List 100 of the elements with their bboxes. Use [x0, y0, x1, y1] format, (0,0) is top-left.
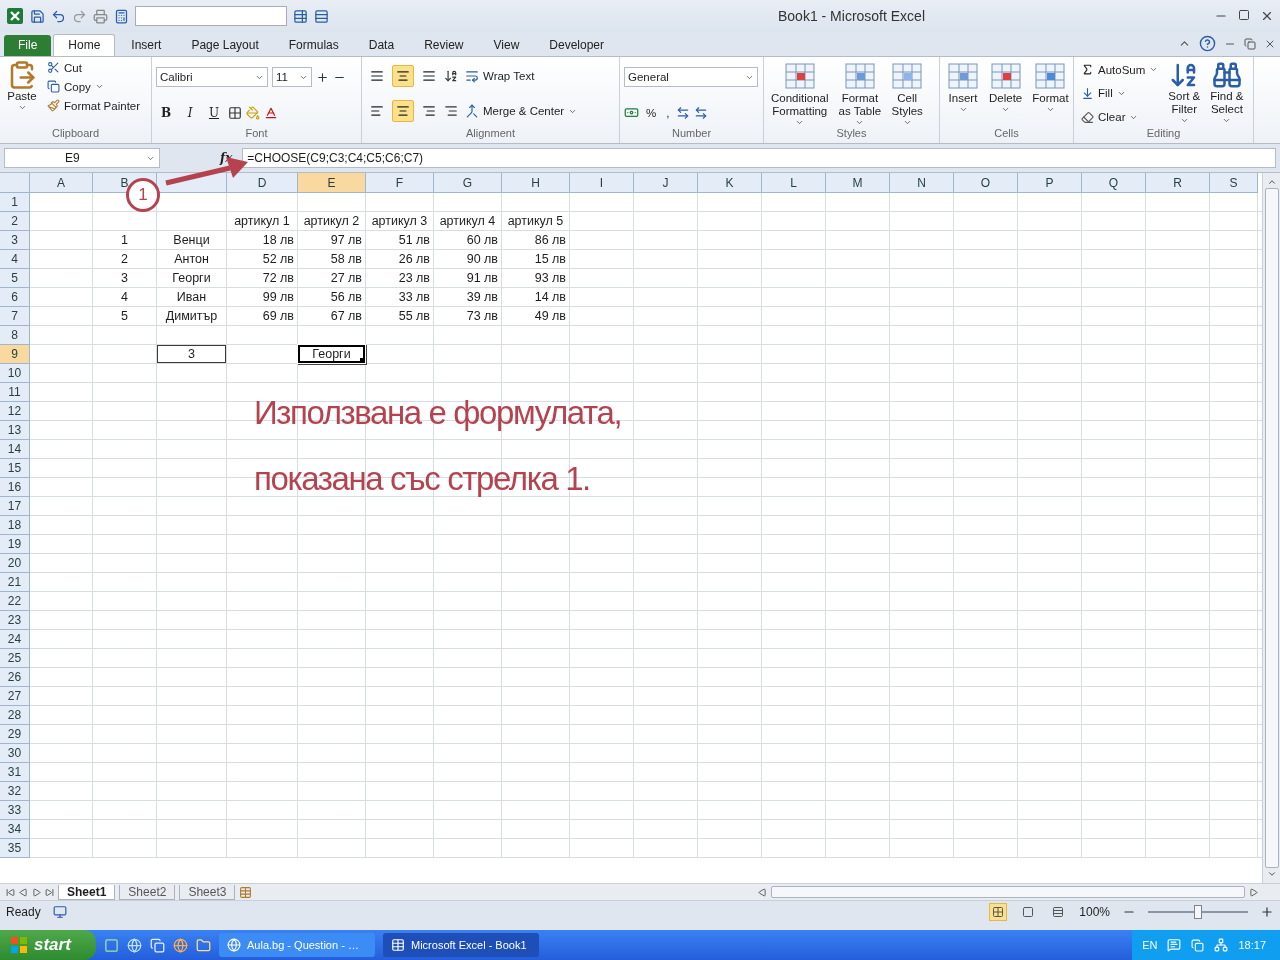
scroll-up-icon[interactable]: [1266, 177, 1277, 187]
merge-center-button[interactable]: Merge & Center: [462, 103, 581, 120]
row-header[interactable]: 2: [0, 212, 30, 231]
zoom-in-icon[interactable]: [1260, 904, 1274, 919]
formula-field[interactable]: =CHOOSE(C9;C3;C4;C5;C6;C7): [242, 148, 1276, 168]
editing-button[interactable]: Sort & Filter: [1165, 60, 1204, 127]
vertical-align-button[interactable]: [392, 64, 414, 87]
cells-button[interactable]: Delete: [986, 60, 1026, 127]
toolbar-combo-field[interactable]: [135, 6, 287, 26]
styles-button[interactable]: Format as Table: [835, 60, 885, 127]
column-header[interactable]: L: [762, 173, 826, 193]
row-header[interactable]: 25: [0, 649, 30, 668]
copy-button[interactable]: Copy: [44, 79, 144, 94]
currency-icon[interactable]: [624, 105, 639, 120]
row-header[interactable]: 29: [0, 725, 30, 744]
column-header[interactable]: F: [366, 173, 434, 193]
row-header[interactable]: 18: [0, 516, 30, 535]
row-header[interactable]: 19: [0, 535, 30, 554]
ribbon-tab[interactable]: View: [479, 35, 534, 56]
row-header[interactable]: 6: [0, 288, 30, 307]
view-button[interactable]: [989, 902, 1008, 921]
editing-button[interactable]: Find & Select: [1207, 60, 1247, 127]
comma-button[interactable]: ,: [663, 105, 673, 120]
column-header[interactable]: R: [1146, 173, 1210, 193]
row-header[interactable]: 11: [0, 383, 30, 402]
row-header[interactable]: 24: [0, 630, 30, 649]
ribbon-tab[interactable]: Page Layout: [177, 35, 273, 56]
row-header[interactable]: 3: [0, 231, 30, 250]
row-header[interactable]: 27: [0, 687, 30, 706]
bold-button[interactable]: B: [156, 105, 176, 120]
row-header[interactable]: 33: [0, 801, 30, 820]
restore-icon[interactable]: [1244, 37, 1256, 50]
column-header[interactable]: E: [298, 173, 366, 193]
scroll-left-icon[interactable]: [758, 887, 767, 897]
row-header[interactable]: 21: [0, 573, 30, 592]
name-box[interactable]: E9: [4, 148, 160, 168]
horizontal-scrollbar[interactable]: [758, 885, 1258, 899]
column-header[interactable]: A: [30, 173, 93, 193]
column-header[interactable]: Q: [1082, 173, 1146, 193]
format-painter-button[interactable]: Format Painter: [44, 98, 144, 113]
column-header[interactable]: H: [502, 173, 570, 193]
styles-button[interactable]: Cell Styles: [888, 60, 927, 127]
vertical-scrollbar[interactable]: [1262, 173, 1280, 883]
ribbon-tab[interactable]: Developer: [535, 35, 618, 56]
ribbon-tab[interactable]: Data: [354, 35, 409, 56]
ribbon-tab[interactable]: Insert: [117, 35, 176, 56]
row-header[interactable]: 12: [0, 402, 30, 421]
last-sheet-icon[interactable]: [45, 887, 54, 897]
ribbon-tab[interactable]: Review: [410, 35, 478, 56]
row-header[interactable]: 31: [0, 763, 30, 782]
next-sheet-icon[interactable]: [32, 887, 41, 897]
scroll-right-icon[interactable]: [1249, 887, 1258, 897]
column-header[interactable]: I: [570, 173, 634, 193]
paste-button[interactable]: Paste: [4, 60, 40, 127]
row-header[interactable]: 20: [0, 554, 30, 573]
row-header[interactable]: 32: [0, 782, 30, 801]
first-sheet-icon[interactable]: [6, 887, 15, 897]
row-header[interactable]: 9: [0, 345, 30, 364]
cut-button[interactable]: Cut: [44, 60, 144, 75]
row-header[interactable]: 30: [0, 744, 30, 763]
previous-sheet-icon[interactable]: [19, 887, 28, 897]
ribbon-tab[interactable]: Home: [53, 34, 116, 56]
row-header[interactable]: 13: [0, 421, 30, 440]
number-format-field[interactable]: General: [624, 67, 758, 87]
font-size-field[interactable]: 11: [272, 67, 312, 88]
row-header[interactable]: 34: [0, 820, 30, 839]
cells-button[interactable]: Insert: [944, 60, 982, 127]
row-header[interactable]: 7: [0, 307, 30, 326]
column-header[interactable]: K: [698, 173, 762, 193]
browser-icon[interactable]: [127, 937, 142, 953]
column-header[interactable]: P: [1018, 173, 1082, 193]
wrap-text-button[interactable]: Wrap Text: [462, 67, 581, 84]
underline-button[interactable]: U: [204, 105, 224, 120]
undo-icon[interactable]: [51, 8, 66, 24]
row-header[interactable]: 28: [0, 706, 30, 725]
ribbon-tab[interactable]: Formulas: [274, 35, 353, 56]
column-header[interactable]: M: [826, 173, 890, 193]
row-header[interactable]: 1: [0, 193, 30, 212]
cells-button[interactable]: Format: [1029, 60, 1072, 127]
maximize-icon[interactable]: [1238, 9, 1250, 21]
column-header[interactable]: N: [890, 173, 954, 193]
insert-sheet-icon[interactable]: [239, 885, 253, 899]
fill-color-icon[interactable]: [246, 105, 260, 120]
grow-font-icon[interactable]: [316, 70, 329, 84]
folder-icon[interactable]: [196, 937, 211, 953]
sheet-tab[interactable]: Sheet2: [119, 884, 176, 900]
save-icon[interactable]: [30, 8, 45, 24]
printer-icon[interactable]: [93, 8, 108, 24]
zoom-slider-thumb[interactable]: [1194, 904, 1202, 919]
sheet-tab[interactable]: Sheet3: [179, 884, 236, 900]
close-icon[interactable]: [1260, 9, 1274, 23]
clear-button[interactable]: Clear: [1078, 109, 1162, 125]
scroll-thumb[interactable]: [1264, 188, 1279, 868]
network-icon[interactable]: [1214, 938, 1229, 952]
row-header[interactable]: 22: [0, 592, 30, 611]
fill-button[interactable]: Fill: [1078, 86, 1162, 101]
column-header[interactable]: J: [634, 173, 698, 193]
row-header[interactable]: 14: [0, 440, 30, 459]
column-header[interactable]: S: [1210, 173, 1258, 193]
styles-button[interactable]: Conditional Formatting: [768, 60, 832, 127]
